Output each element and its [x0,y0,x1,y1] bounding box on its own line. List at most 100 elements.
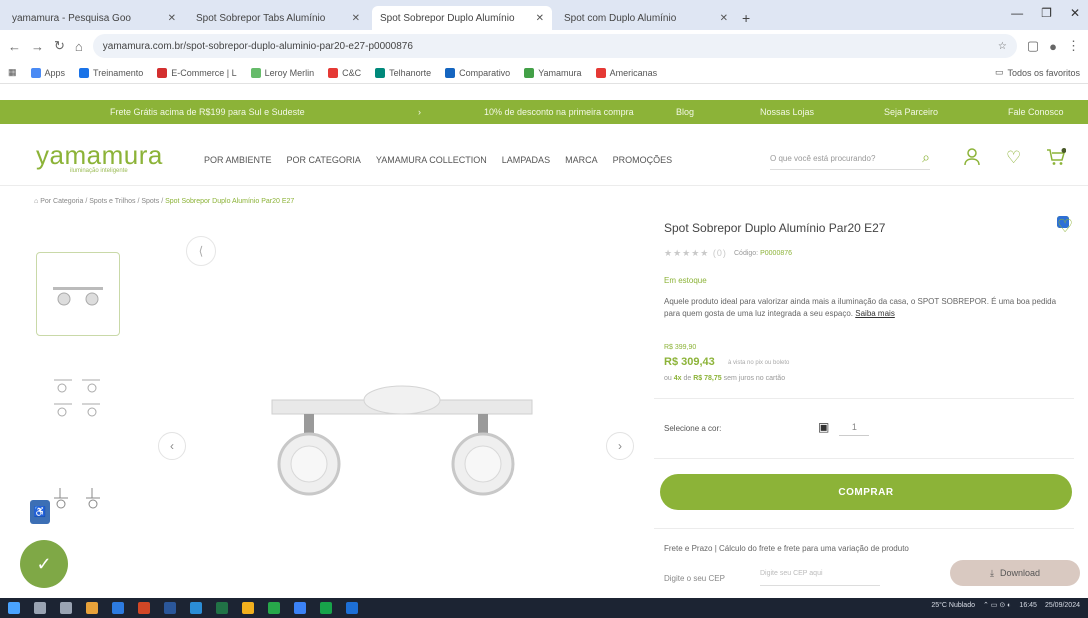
home-icon[interactable]: ⌂ [75,39,83,54]
bookmark-favicon-icon [157,67,168,78]
product-thumbnail[interactable] [36,456,120,540]
calendar-icon[interactable]: ▣ [818,420,829,434]
share-icon[interactable]: ⟨ [186,236,216,266]
bookmark-star-icon[interactable]: ☆ [998,41,1007,52]
menu-item-marca[interactable]: MARCA [565,155,598,165]
powerpoint-icon[interactable] [138,602,150,614]
bookmark-item[interactable]: Comparativo [445,67,510,78]
installments-prefix: ou [664,375,672,382]
apps-icon[interactable]: ▦ [8,67,17,78]
buy-button[interactable]: COMPRAR [660,474,1072,510]
bookmark-item[interactable]: Apps [30,67,65,78]
quantity-input[interactable]: 1 [839,418,870,436]
close-window-button[interactable]: ✕ [1070,6,1080,20]
close-icon[interactable]: ✕ [168,13,176,24]
cep-label: Digite o seu CEP [664,574,725,583]
site-logo[interactable]: yamamura [36,140,163,171]
extensions-icon[interactable]: ▢ [1027,38,1039,54]
browser-tab-active[interactable]: Spot Sobrepor Duplo Alumínio ✕ [372,6,1069,228]
menu-item-por-ambiente[interactable]: POR AMBIENTE [204,155,272,165]
outlook-icon[interactable] [112,602,124,614]
clock-time[interactable]: 16:45 [1019,602,1037,609]
browser-tab[interactable]: Spot Sobrepor Tabs Alumínio ✕ [188,6,1069,228]
logo-tagline: iluminação inteligente [70,168,128,174]
promo-stores-link[interactable]: Nossas Lojas [760,107,814,117]
all-bookmarks-link[interactable]: ▭ Todos os favoritos [995,67,1080,78]
user-icon[interactable] [964,148,980,171]
favorite-heart-icon[interactable]: ♡ [1057,216,1073,237]
bookmark-item[interactable]: Telhanorte [375,67,432,78]
browser-tab[interactable]: Spot com Duplo Alumínio ✕ [556,6,1069,228]
search-icon[interactable]: ⌕ [922,149,930,166]
breadcrumb-path[interactable]: Por Categoria / Spots e Trilhos / Spots … [40,198,165,205]
search-icon[interactable] [34,602,46,614]
app-icon[interactable] [320,602,332,614]
installments: ou 4x de R$ 78,75 sem juros no cartão [664,375,785,382]
bookmark-item[interactable]: Leroy Merlin [250,67,314,78]
profile-icon[interactable]: ● [1049,39,1057,54]
promo-free-shipping[interactable]: Frete Grátis acima de R$199 para Sul e S… [110,107,305,117]
rating-count: (0) [712,248,727,258]
next-image-button[interactable]: › [606,432,634,460]
chrome-icon[interactable] [242,602,254,614]
quantity-stepper: ▣ 1 [818,418,870,436]
menu-icon[interactable]: ⋮ [1067,38,1080,54]
menu-item-collection[interactable]: YAMAMURA COLLECTION [376,155,487,165]
cart-icon[interactable] [1046,148,1067,171]
url-input[interactable]: yamamura.com.br/spot-sobrepor-duplo-alum… [92,34,1017,58]
search-input[interactable]: O que você está procurando? ⌕ [770,148,930,170]
close-icon[interactable]: ✕ [352,13,360,24]
weather-widget[interactable]: 25°C Nublado [931,602,975,609]
word-icon[interactable] [164,602,176,614]
download-button[interactable]: ⤓ Download [950,560,1080,586]
search-placeholder: O que você está procurando? [770,154,876,163]
close-icon[interactable]: ✕ [720,13,728,24]
minimize-button[interactable]: — [1011,6,1023,20]
prev-image-button[interactable]: ‹ [158,432,186,460]
bookmark-item[interactable]: E-Commerce | L [157,67,237,78]
reload-icon[interactable]: ↻ [54,38,65,54]
bookmark-label: Telhanorte [389,67,432,78]
tray-icons[interactable]: ⌃ ▭ ⊙ ◐ [983,601,1011,609]
product-thumbnail[interactable] [36,350,120,434]
heart-icon[interactable]: ♡ [1006,148,1021,168]
windows-start-icon[interactable] [8,602,20,614]
promo-discount[interactable]: 10% de desconto na primeira compra [484,107,634,117]
tab-title: Spot com Duplo Alumínio [564,12,677,24]
bookmark-item[interactable]: C&C [328,67,361,78]
product-thumbnail[interactable] [36,252,120,336]
promo-partner-link[interactable]: Seja Parceiro [884,107,938,117]
close-icon[interactable]: ✕ [536,13,544,24]
accessibility-icon[interactable]: ♿ [30,500,50,524]
read-more-link[interactable]: Saiba mais [855,309,895,318]
task-view-icon[interactable] [60,602,72,614]
back-arrow-icon[interactable]: ← [8,39,21,54]
tab-title: Spot Sobrepor Tabs Alumínio [196,12,326,24]
bookmark-label: Todos os favoritos [1007,67,1080,78]
stars: ★★★★★ [664,248,710,258]
tab-title: yamamura - Pesquisa Goo [12,12,131,24]
file-explorer-icon[interactable] [86,602,98,614]
teams-icon[interactable] [294,602,306,614]
cep-input[interactable]: Digite seu CEP aqui [760,570,880,586]
maximize-button[interactable]: ❐ [1041,6,1052,20]
forward-arrow-icon[interactable]: → [31,39,44,54]
browser-tab[interactable]: yamamura - Pesquisa Goo ✕ [4,6,1069,228]
menu-item-por-categoria[interactable]: POR CATEGORIA [287,155,361,165]
chevron-right-icon[interactable]: › [418,107,421,117]
edge-icon[interactable] [190,602,202,614]
clock-date[interactable]: 25/09/2024 [1045,602,1080,609]
chat-widget-button[interactable]: ✓ [20,540,68,588]
installments-of: de [683,375,692,382]
bookmark-item[interactable]: Treinamento [79,67,143,78]
excel-icon[interactable] [216,602,228,614]
promo-contact-link[interactable]: Fale Conosco [1008,107,1064,117]
bookmark-item[interactable]: Yamamura [524,67,582,78]
promo-blog-link[interactable]: Blog [676,107,694,117]
new-tab-button[interactable]: + [742,6,750,30]
whatsapp-icon[interactable] [268,602,280,614]
bookmark-item[interactable]: Americanas [595,67,657,78]
menu-item-promocoes[interactable]: PROMOÇÕES [613,155,673,165]
menu-item-lampadas[interactable]: LAMPADAS [502,155,550,165]
app-icon[interactable] [346,602,358,614]
